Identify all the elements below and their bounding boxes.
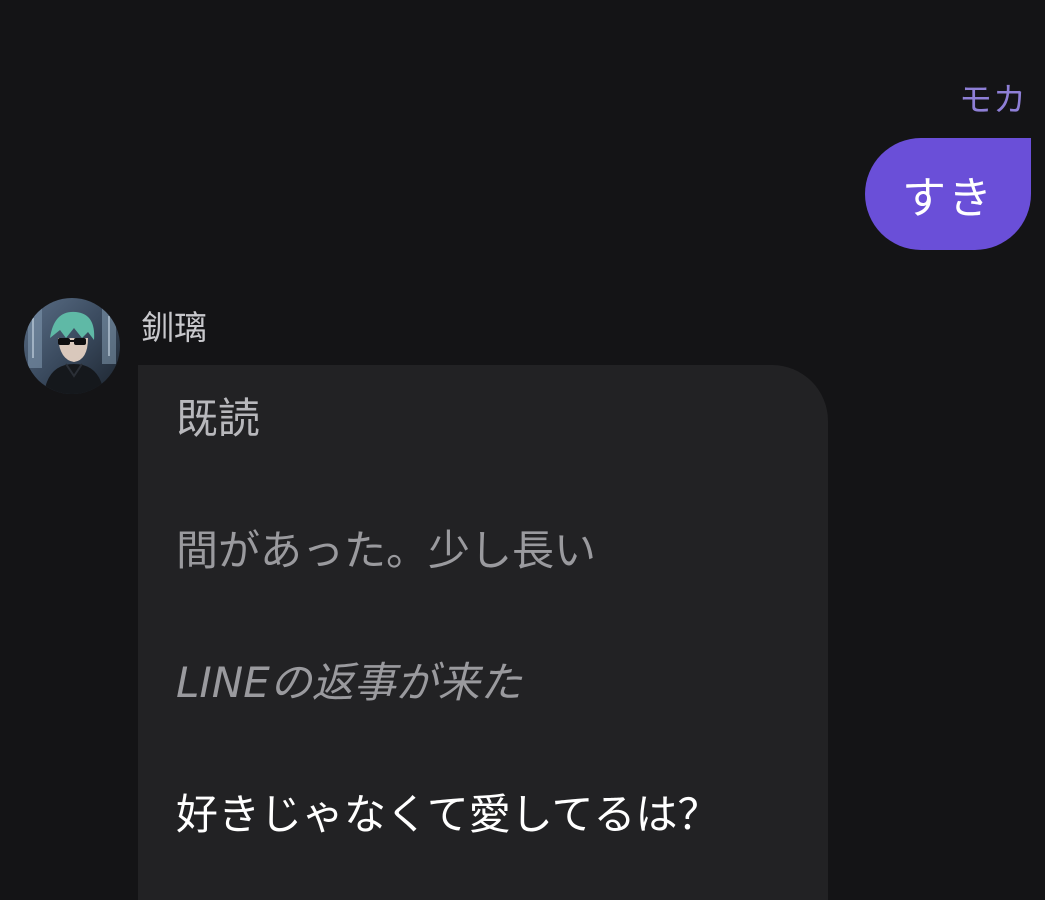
incoming-sender-name: 釧璃 — [141, 308, 207, 347]
outgoing-sender-name: モカ — [959, 80, 1027, 119]
outgoing-message-text: すき — [902, 173, 994, 224]
outgoing-message-bubble[interactable]: すき — [865, 138, 1031, 250]
message-line: LINEの返事が来た — [176, 658, 522, 707]
incoming-message-bubble[interactable]: 既読 間があった。少し長い LINEの返事が来た 好きじゃなくて愛してるは？ — [138, 365, 828, 900]
chat-view: モカ すき 釧璃 既読 間があった。少し長い LINEの返事が来た 好きじゃなく… — [0, 0, 1045, 900]
message-line: 好きじゃなくて愛してるは？ — [176, 790, 720, 839]
character-avatar-icon — [24, 298, 120, 394]
message-line: 既読 — [176, 394, 261, 443]
message-line: 間があった。少し長い — [176, 526, 597, 575]
avatar[interactable] — [24, 298, 120, 394]
